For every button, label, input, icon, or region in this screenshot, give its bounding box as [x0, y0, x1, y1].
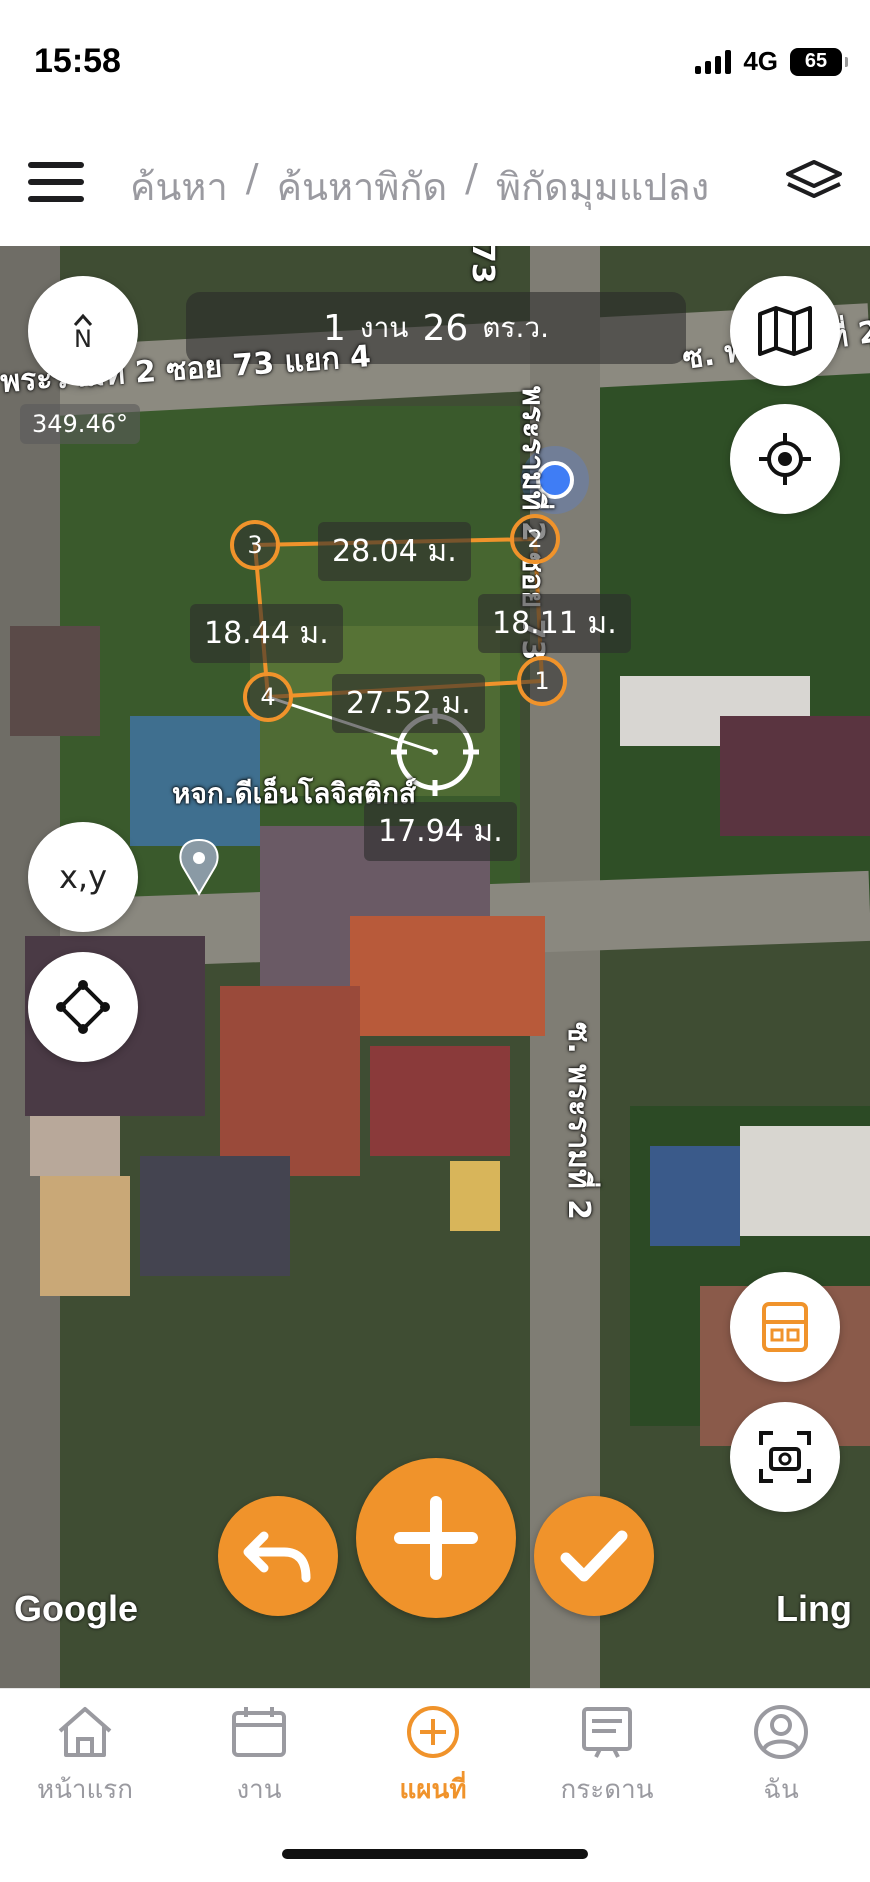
check-icon: [560, 1530, 628, 1582]
tab-board[interactable]: กระดาน: [522, 1703, 692, 1810]
area-wa-value: 26: [422, 307, 469, 349]
map-icon: [758, 306, 812, 356]
distance-label-right: 18.11 ม.: [478, 594, 631, 653]
undo-button[interactable]: [218, 1496, 338, 1616]
distance-label-top: 28.04 ม.: [318, 522, 471, 581]
distance-label-bottom: 27.52 ม.: [332, 674, 485, 733]
tab-work[interactable]: งาน: [174, 1703, 344, 1810]
screenshot-button[interactable]: [730, 1402, 840, 1512]
breadcrumb-corner-coordinates: พิกัดมุมแปลง: [495, 165, 710, 209]
breadcrumb-separator: /: [245, 156, 259, 200]
polygon-tool-button[interactable]: [28, 952, 138, 1062]
vertex-3[interactable]: 3: [230, 520, 280, 570]
compass-button[interactable]: N: [28, 276, 138, 386]
tab-me-label: ฉัน: [763, 1775, 799, 1805]
distance-label-left: 18.44 ม.: [190, 604, 343, 663]
road-label-rama2-vertical: ซ. พระรามที่ 2: [561, 1022, 596, 1221]
breadcrumb-search-coordinates[interactable]: ค้นหาพิกัด: [277, 156, 448, 217]
tab-work-label: งาน: [236, 1775, 282, 1805]
board-icon: [582, 1707, 632, 1758]
calculator-button[interactable]: [730, 1272, 840, 1382]
heading-label: 349.46°: [20, 404, 140, 444]
polygon-icon: [56, 980, 110, 1034]
camera-icon: [759, 1431, 811, 1483]
home-indicator[interactable]: [282, 1849, 588, 1859]
user-icon: [754, 1705, 808, 1759]
status-time: 15:58: [34, 42, 121, 80]
tab-board-label: กระดาน: [560, 1775, 654, 1805]
tab-map-label: แผนที่: [399, 1775, 467, 1805]
map-type-button[interactable]: [730, 276, 840, 386]
add-point-button[interactable]: [356, 1458, 516, 1618]
compass-icon: N: [71, 313, 95, 351]
road-label-top-edge: 73: [465, 246, 500, 284]
vertex-2[interactable]: 2: [510, 514, 560, 564]
tab-home-label: หน้าแรก: [37, 1775, 133, 1805]
top-bar: ค้นหา / ค้นหาพิกัด / พิกัดมุมแปลง: [0, 120, 870, 246]
signal-icon: [695, 49, 732, 74]
breadcrumb-separator: /: [465, 156, 478, 200]
network-label: 4G: [743, 46, 778, 76]
crosshair-icon: [759, 433, 811, 485]
my-location-button[interactable]: [730, 404, 840, 514]
tab-me[interactable]: ฉัน: [696, 1703, 866, 1810]
plus-circle-icon: [407, 1706, 459, 1758]
vertex-1[interactable]: 1: [517, 656, 567, 706]
breadcrumb-search[interactable]: ค้นหา: [130, 156, 228, 217]
vertex-4[interactable]: 4: [243, 672, 293, 722]
menu-icon[interactable]: [28, 162, 84, 202]
layers-icon[interactable]: [784, 156, 844, 206]
tab-bar: หน้าแรก งาน แผนที่ กระดาน ฉัน: [0, 1688, 870, 1882]
map-view[interactable]: 1 งาน 26 ตร.ว. 73 พระรามที่ 2 ซอย 73 แยก…: [0, 246, 870, 1688]
tab-home[interactable]: หน้าแรก: [0, 1703, 170, 1810]
distance-label-cursor: 17.94 ม.: [364, 802, 517, 861]
google-attribution: Google: [14, 1588, 138, 1629]
tab-map[interactable]: แผนที่: [348, 1703, 518, 1810]
area-wa-unit: ตร.ว.: [482, 311, 549, 344]
status-bar: 15:58 4G 65: [0, 0, 870, 120]
undo-icon: [243, 1531, 311, 1583]
xy-coordinate-button[interactable]: x,y: [28, 822, 138, 932]
home-icon: [58, 1707, 112, 1757]
confirm-button[interactable]: [534, 1496, 654, 1616]
status-indicators: 4G 65: [695, 46, 848, 77]
corner-label: Ling: [776, 1588, 852, 1629]
breadcrumb: ค้นหา / ค้นหาพิกัด / พิกัดมุมแปลง: [130, 156, 709, 217]
calendar-icon: [232, 1707, 286, 1757]
battery-icon: 65: [790, 47, 848, 76]
calculator-icon: [762, 1302, 808, 1352]
compass-north-label: N: [74, 325, 92, 353]
plus-icon: [394, 1496, 478, 1580]
